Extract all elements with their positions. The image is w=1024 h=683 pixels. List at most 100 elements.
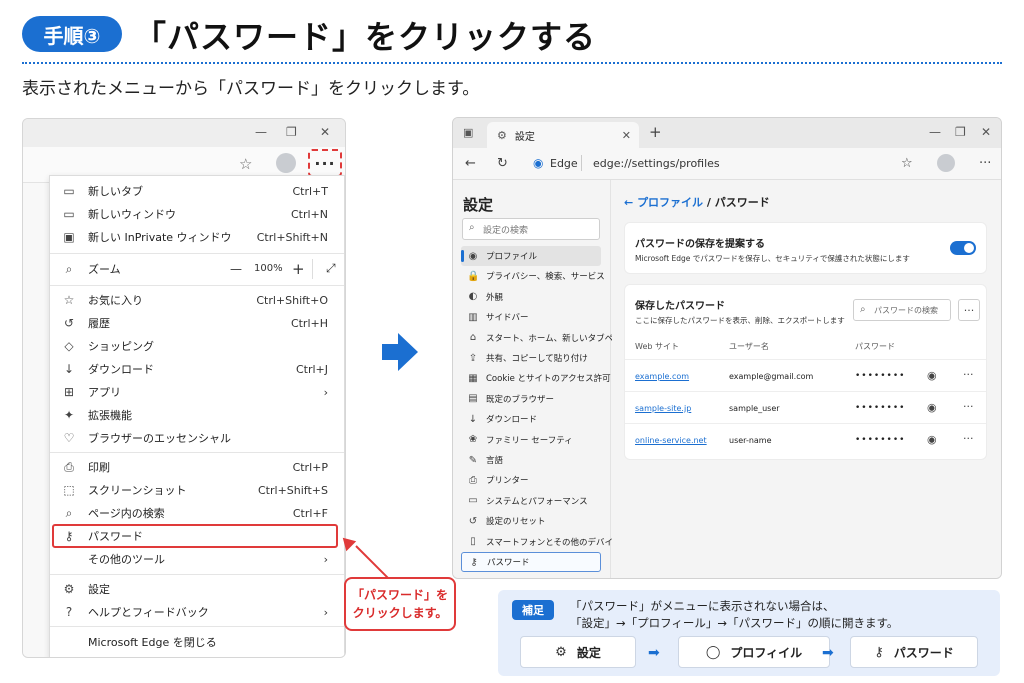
row-more-icon[interactable]: ··· (963, 400, 974, 413)
cookie-icon: ▦ (468, 372, 478, 384)
privacy-icon: 🔒 (467, 270, 480, 282)
gear-icon: ⚙ (555, 644, 567, 660)
sidebar-item-share[interactable]: ⇪ 共有、コピーして貼り付け (461, 348, 601, 368)
menu-item-new-inprivate[interactable]: ▣ 新しい InPrivate ウィンドウ Ctrl+Shift+N (50, 226, 344, 248)
menu-item-apps[interactable]: ⊞ アプリ › (50, 381, 344, 403)
address-url[interactable]: edge://settings/profiles (593, 157, 720, 170)
settings-and-more-button[interactable]: ··· (308, 149, 342, 177)
menu-item-close-edge[interactable]: Microsoft Edge を閉じる (50, 631, 344, 653)
show-password-eye-icon[interactable]: ◉ (927, 433, 937, 446)
site-link[interactable]: example.com (635, 372, 689, 381)
sidebar-label: 共有、コピーして貼り付け (486, 354, 588, 364)
table-row: sample-site.jp sample_user •••••••• ◉ ··… (625, 391, 986, 423)
supplement-badge: 補足 (512, 600, 554, 620)
breadcrumb-parent[interactable]: プロファイル (637, 196, 703, 209)
menu-item-print[interactable]: ⎙ 印刷 Ctrl+P (50, 456, 344, 478)
menu-item-extensions[interactable]: ✦ 拡張機能 (50, 404, 344, 426)
saved-title: 保存したパスワード (635, 301, 725, 312)
menu-item-new-tab[interactable]: ▭ 新しいタブ Ctrl+T (50, 180, 344, 202)
tab-actions-icon[interactable]: ▣ (463, 126, 473, 139)
settings-search-input[interactable]: ⌕ 設定の検索 (462, 218, 600, 240)
sidebar-item-printers[interactable]: ⎙ プリンター (461, 470, 601, 490)
menu-item-screenshot[interactable]: ⬚ スクリーンショット Ctrl+Shift+S (50, 479, 344, 501)
sidebar-item-sidebar[interactable]: ▥ サイドバー (461, 307, 601, 327)
row-more-icon[interactable]: ··· (963, 368, 974, 381)
menu-item-browser-essentials[interactable]: ♡ ブラウザーのエッセンシャル (50, 427, 344, 449)
minimize-icon[interactable]: — (255, 125, 267, 139)
sidebar-item-reset[interactable]: ↺ 設定のリセット (461, 511, 601, 531)
sidebar-item-cookies[interactable]: ▦ Cookie とサイトのアクセス許可 (461, 368, 610, 388)
menu-item-favorites[interactable]: ☆ お気に入り Ctrl+Shift+O (50, 289, 344, 311)
sidebar-item-system[interactable]: ▭ システムとパフォーマンス (461, 491, 601, 511)
new-tab-icon[interactable]: + (649, 123, 662, 141)
profile-avatar[interactable] (276, 153, 296, 173)
menu-divider (50, 626, 344, 627)
minimize-icon[interactable]: — (929, 125, 941, 139)
menu-shortcut: Ctrl+N (290, 207, 328, 221)
menu-label: パスワード (88, 530, 143, 543)
site-link[interactable]: sample-site.jp (635, 404, 691, 413)
menu-item-help-feedback[interactable]: ? ヘルプとフィードバック › (50, 601, 344, 623)
sidebar-item-family-safety[interactable]: ❀ ファミリー セーフティ (461, 430, 601, 450)
saved-passwords-card: 保存したパスワード ここに保存したパスワードを表示、削除、エクスポートします ⌕… (624, 284, 987, 460)
sidebar-item-phone-devices[interactable]: ▯ スマートフォンとその他のデバイス (461, 532, 621, 552)
menu-label: 設定 (88, 583, 110, 596)
hint-button-label: プロフィイル (730, 645, 803, 660)
back-icon[interactable]: ← (465, 156, 476, 171)
extensions-icon: ✦ (63, 408, 75, 422)
password-key-icon: ⚷ (470, 556, 478, 568)
restore-icon[interactable]: ❐ (286, 125, 297, 139)
zoom-divider (312, 259, 313, 279)
zoom-in-button[interactable]: + (292, 260, 305, 278)
sidebar-item-passwords[interactable]: ⚷ パスワード (461, 552, 601, 572)
help-icon: ? (65, 605, 73, 619)
show-password-eye-icon[interactable]: ◉ (927, 401, 937, 414)
row-more-icon[interactable]: ··· (963, 432, 974, 445)
close-icon[interactable]: ✕ (981, 125, 991, 139)
menu-item-new-window[interactable]: ▭ 新しいウィンドウ Ctrl+N (50, 203, 344, 225)
menu-shortcut: Ctrl+Shift+S (258, 483, 328, 497)
sidebar-label: スタート、ホーム、新しいタブページ (486, 333, 630, 344)
inprivate-icon: ▣ (63, 230, 75, 244)
menu-item-downloads[interactable]: ↓ ダウンロード Ctrl+J (50, 358, 344, 380)
menu-item-history[interactable]: ↺ 履歴 Ctrl+H (50, 312, 344, 334)
sidebar-item-profiles[interactable]: ◉ プロファイル (461, 246, 601, 266)
more-icon[interactable]: ··· (979, 156, 991, 171)
breadcrumb-separator: / (703, 196, 715, 209)
sidebar-item-default-browser[interactable]: ▤ 既定のブラウザー (461, 389, 601, 409)
site-link[interactable]: online-service.net (635, 436, 707, 445)
menu-label: お気に入り (88, 294, 143, 307)
sidebar-label: プロファイル (486, 252, 538, 262)
sidebar-item-start-home[interactable]: ⌂ スタート、ホーム、新しいタブページ (461, 328, 630, 348)
sidebar-item-languages[interactable]: ✎ 言語 (461, 450, 601, 470)
tab-label: 設定 (514, 131, 535, 143)
zoom-out-button[interactable]: — (230, 262, 242, 276)
tab-close-icon[interactable]: ✕ (622, 129, 631, 142)
tab-settings[interactable]: ⚙ 設定 ✕ (487, 122, 639, 148)
callout-line-2: クリックします。 (352, 606, 448, 620)
restore-icon[interactable]: ❐ (955, 125, 966, 139)
offer-save-toggle[interactable] (950, 241, 976, 255)
menu-item-settings[interactable]: ⚙ 設定 (50, 578, 344, 600)
favorite-star-icon[interactable]: ☆ (901, 156, 913, 171)
search-placeholder: パスワードの検索 (874, 305, 938, 315)
menu-item-more-tools[interactable]: その他のツール › (50, 548, 344, 570)
language-icon: ✎ (468, 454, 478, 466)
sidebar-item-privacy[interactable]: 🔒 プライバシー、検索、サービス (461, 266, 605, 286)
sidebar-item-appearance[interactable]: ◐ 外観 (461, 287, 601, 307)
menu-item-find-on-page[interactable]: ⌕ ページ内の検索 Ctrl+F (50, 502, 344, 524)
show-password-eye-icon[interactable]: ◉ (927, 369, 937, 382)
menu-item-shopping[interactable]: ◇ ショッピング (50, 335, 344, 357)
close-icon[interactable]: ✕ (320, 125, 330, 139)
menu-item-passwords[interactable]: ⚷ パスワード (50, 525, 344, 547)
sidebar-label: サイドバー (486, 313, 529, 324)
favorite-star-icon[interactable]: ☆ (239, 155, 252, 173)
sidebar-item-downloads[interactable]: ↓ ダウンロード (461, 409, 601, 429)
refresh-icon[interactable]: ↻ (497, 156, 508, 171)
back-arrow-icon[interactable]: ← (624, 196, 633, 209)
profile-avatar[interactable] (937, 154, 955, 172)
more-actions-button[interactable]: ··· (958, 299, 980, 321)
fullscreen-icon[interactable]: ⤢ (326, 261, 336, 276)
page-title: 「パスワード」をクリックする (134, 18, 597, 56)
password-search-input[interactable]: ⌕ パスワードの検索 (853, 299, 951, 321)
